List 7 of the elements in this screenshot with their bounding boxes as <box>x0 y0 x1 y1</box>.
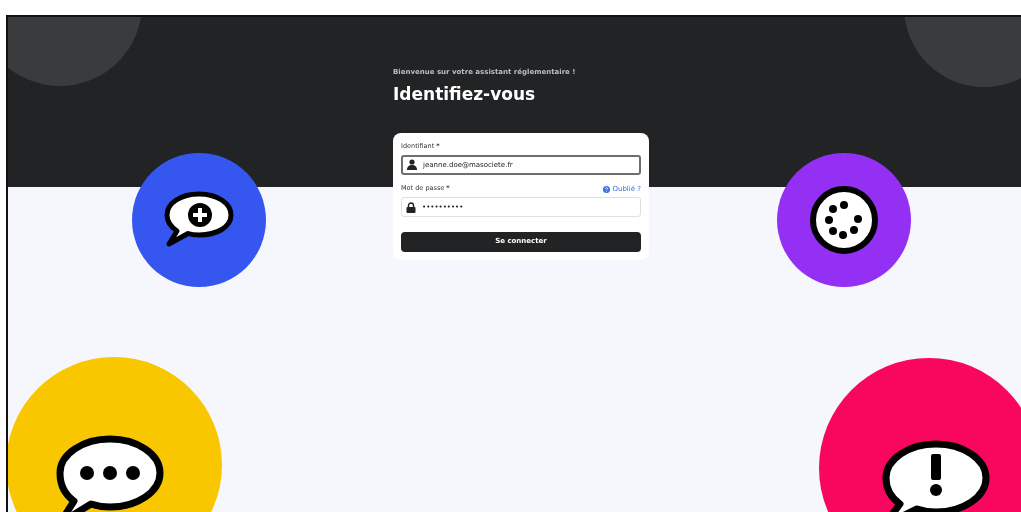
loading-dots-icon <box>809 185 879 255</box>
lock-icon <box>406 201 416 213</box>
chat-dots-icon <box>54 435 166 512</box>
help-icon <box>603 185 611 193</box>
chat-plus-icon <box>163 190 235 250</box>
page-title: Identifiez-vous <box>393 82 537 106</box>
user-icon <box>407 159 417 171</box>
